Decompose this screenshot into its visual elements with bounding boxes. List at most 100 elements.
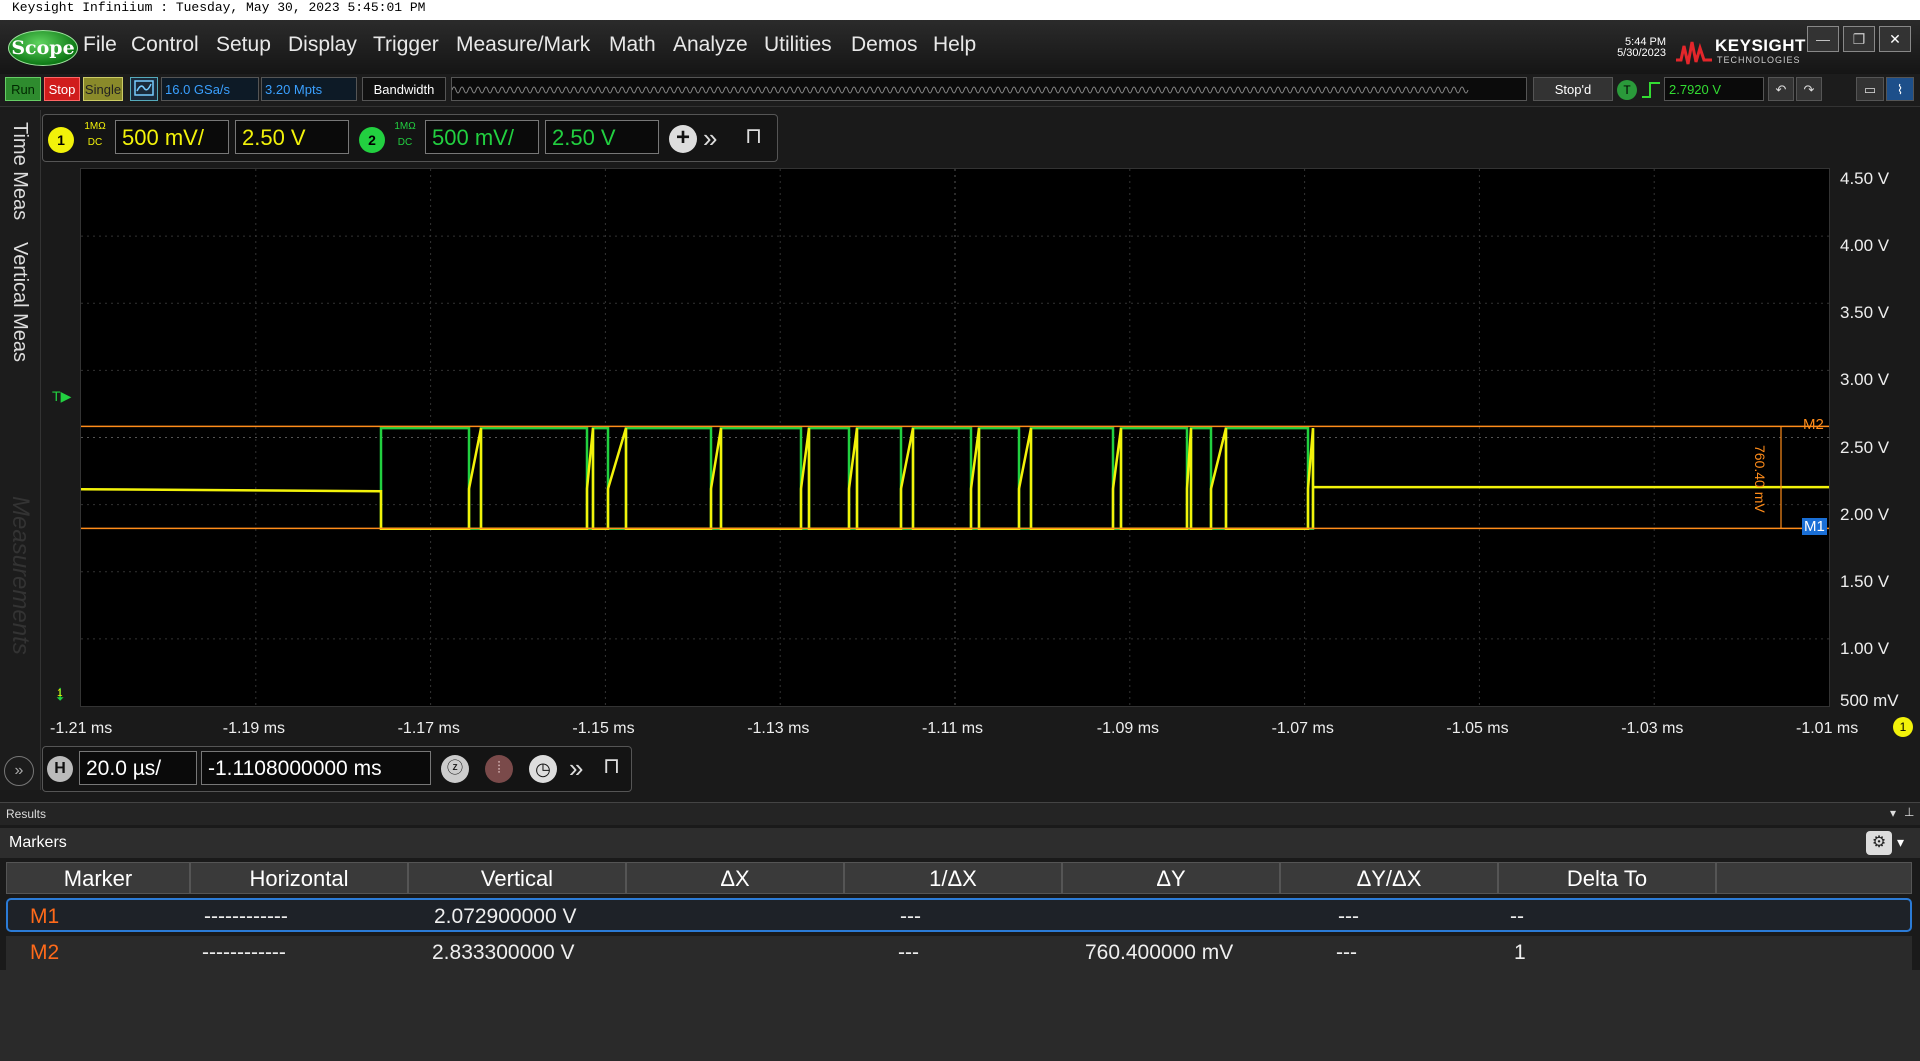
more-horizontal-button[interactable]: »	[569, 753, 583, 784]
row-marker: M1	[30, 905, 60, 928]
channel-2-coupling[interactable]: 1MΩ DC	[387, 119, 423, 151]
col-inverse-delta-x[interactable]: 1/ΔX	[844, 862, 1062, 894]
rising-edge-icon[interactable]	[1640, 79, 1662, 101]
waveform-overview[interactable]	[451, 77, 1527, 101]
bandwidth-button[interactable]: Bandwidth	[362, 77, 446, 101]
chevron-down-icon: ▾	[1890, 806, 1897, 820]
trigger-level-display[interactable]: 2.7920 V	[1664, 77, 1764, 101]
volt-tick-label: 2.50 V	[1840, 437, 1890, 457]
col-empty	[1716, 862, 1912, 894]
stop-button[interactable]: Stop	[44, 77, 80, 101]
auto-scale-button[interactable]	[130, 77, 158, 101]
row-vertical: 2.072900000 V	[434, 905, 577, 928]
run-button[interactable]: Run	[5, 77, 41, 101]
memory-depth-display[interactable]: 3.20 Mpts	[261, 77, 357, 101]
row-delta-y-over-x: ---	[1338, 905, 1359, 928]
markers-menu-button[interactable]: ▾	[1897, 834, 1904, 851]
col-marker[interactable]: Marker	[6, 862, 190, 894]
results-pin-button[interactable]: ⊥	[1904, 805, 1914, 819]
redo-button[interactable]: ↷	[1796, 77, 1822, 101]
add-channel-button[interactable]: +	[669, 125, 697, 153]
time-position-field[interactable]: -1.1108000000 ms	[201, 751, 431, 785]
more-channels-button[interactable]: »	[703, 123, 717, 154]
volt-tick-label: 1.50 V	[1840, 571, 1890, 591]
menu-setup[interactable]: Setup	[216, 33, 271, 57]
waveform-svg	[80, 169, 1829, 706]
menu-demos[interactable]: Demos	[851, 33, 918, 57]
pin-horizontal-button[interactable]: ⊓	[603, 753, 620, 779]
table-row[interactable]: M1 ------------ 2.072900000 V --- --- --	[6, 898, 1912, 932]
single-button[interactable]: Single	[83, 77, 123, 101]
channel-1-dc: DC	[87, 137, 103, 148]
plus-icon: +	[675, 124, 690, 151]
minimize-icon: —	[1816, 31, 1830, 47]
overview-waveform	[452, 86, 1469, 94]
markers-settings-button[interactable]: ⚙	[1866, 831, 1892, 855]
volt-tick-label: 3.00 V	[1840, 370, 1890, 390]
col-delta-x[interactable]: ΔX	[626, 862, 844, 894]
channel-1-offset[interactable]: 2.50 V	[235, 120, 349, 154]
menu-help[interactable]: Help	[933, 33, 976, 57]
horizontal-button[interactable]: H	[47, 756, 73, 782]
table-row[interactable]: M2 ------------ 2.833300000 V --- 760.40…	[6, 936, 1912, 970]
channel-1-scale-indicator[interactable]: 1	[1893, 717, 1913, 737]
tab-time-meas[interactable]: Time Meas	[8, 122, 31, 220]
timebase-reference-button[interactable]: ◷	[529, 755, 557, 783]
markers-header[interactable]: Markers ⚙ ▾	[0, 828, 1920, 858]
sample-rate-display[interactable]: 16.0 GSa/s	[161, 77, 259, 101]
time-tick-label: -1.01 ms	[1796, 720, 1859, 737]
results-header[interactable]: Results ▾ ⊥	[0, 802, 1920, 825]
volt-tick-label: 1.00 V	[1840, 638, 1890, 658]
menu-trigger[interactable]: Trigger	[373, 33, 439, 57]
menu-analyze[interactable]: Analyze	[673, 33, 748, 57]
col-delta-y-over-x[interactable]: ΔY/ΔX	[1280, 862, 1498, 894]
marker-m1-label[interactable]: M1	[1802, 518, 1827, 536]
clock-date: 5/30/2023	[1617, 47, 1666, 59]
time-scale-field[interactable]: 20.0 µs/	[79, 751, 197, 785]
layout-button[interactable]: ▭	[1856, 77, 1884, 101]
segmented-button[interactable]: ⦙	[485, 755, 513, 783]
channel-1-button[interactable]: 1	[48, 127, 74, 153]
row-vertical: 2.833300000 V	[432, 941, 575, 964]
channel-1-scale[interactable]: 500 mV/	[115, 120, 229, 154]
menu-measure-mark[interactable]: Measure/Mark	[456, 33, 590, 57]
undo-button[interactable]: ↶	[1768, 77, 1794, 101]
channel-2-offset[interactable]: 2.50 V	[545, 120, 659, 154]
pin-channels-button[interactable]: ⊓	[745, 123, 762, 149]
minimize-button[interactable]: —	[1807, 26, 1839, 52]
close-button[interactable]: ✕	[1879, 26, 1911, 52]
pin-icon: ⊓	[745, 123, 763, 148]
marker-m2-label[interactable]: M2	[1803, 416, 1824, 433]
menu-math[interactable]: Math	[609, 33, 656, 57]
time-tick-label: -1.07 ms	[1271, 720, 1334, 737]
clock: 5:44 PM 5/30/2023	[1596, 37, 1666, 59]
menu-utilities[interactable]: Utilities	[764, 33, 832, 57]
close-icon: ✕	[1889, 31, 1901, 47]
scope-logo-button[interactable]: Scope	[8, 30, 78, 66]
waveform-display[interactable]	[80, 168, 1830, 707]
expand-sidebar-button[interactable]: »	[4, 756, 34, 786]
col-horizontal[interactable]: Horizontal	[190, 862, 408, 894]
menu-file[interactable]: File	[83, 33, 117, 57]
row-delta-y-over-x: ---	[1336, 941, 1357, 964]
menu-control[interactable]: Control	[131, 33, 199, 57]
trigger-level-marker[interactable]: T▶	[52, 388, 71, 405]
results-menu-button[interactable]: ▾	[1890, 806, 1896, 820]
menu-display[interactable]: Display	[288, 33, 357, 57]
maximize-button[interactable]: ❐	[1843, 26, 1875, 52]
zoom-button[interactable]: ⓩ	[441, 755, 469, 783]
chevron-down-icon: ▾	[1897, 834, 1905, 850]
col-delta-y[interactable]: ΔY	[1062, 862, 1280, 894]
channel-2-scale[interactable]: 500 mV/	[425, 120, 539, 154]
touch-mode-button[interactable]: ⌇	[1886, 77, 1914, 101]
layout-icon: ▭	[1863, 82, 1877, 97]
tab-vertical-meas[interactable]: Vertical Meas	[8, 242, 31, 362]
pin-icon: ⊥	[1904, 805, 1915, 819]
redo-icon: ↷	[1803, 82, 1815, 97]
col-delta-to[interactable]: Delta To	[1498, 862, 1716, 894]
channel-2-dc: DC	[397, 137, 413, 148]
col-vertical[interactable]: Vertical	[408, 862, 626, 894]
undo-icon: ↶	[1775, 82, 1787, 97]
channel-2-button[interactable]: 2	[359, 127, 385, 153]
channel-1-coupling[interactable]: 1MΩ DC	[77, 119, 113, 151]
